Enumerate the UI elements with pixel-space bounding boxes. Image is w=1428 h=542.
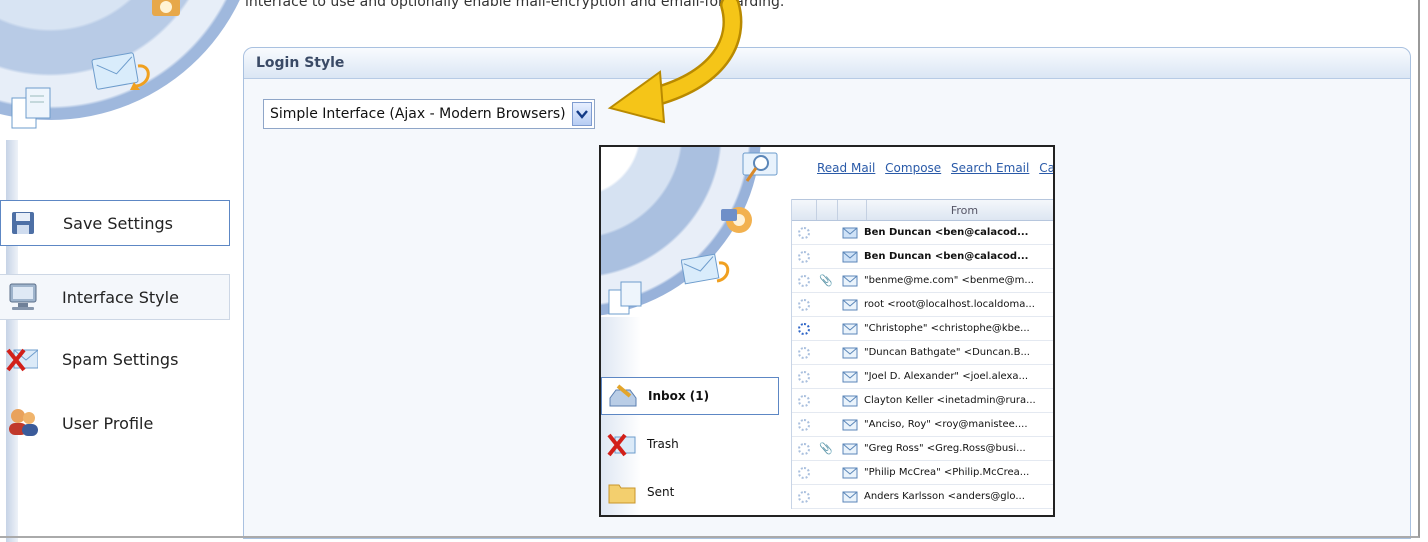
- gear-mail-icon: [150, 0, 184, 24]
- message-from: Clayton Keller <inetadmin@rura...: [864, 395, 1036, 406]
- panel-title: Login Style: [256, 55, 345, 71]
- status-icon: [792, 322, 816, 335]
- spam-mail-icon: [6, 343, 38, 375]
- monitor-icon: [6, 281, 38, 313]
- folder-sent[interactable]: Sent: [601, 473, 779, 511]
- message-from: "Christophe" <christophe@kbe...: [864, 323, 1030, 334]
- message-from: Ben Duncan <ben@calacod...: [864, 227, 1029, 238]
- folder-label: Trash: [647, 437, 679, 451]
- status-icon: [792, 346, 816, 359]
- status-icon: [792, 298, 816, 311]
- message-from: "Duncan Bathgate" <Duncan.B...: [864, 347, 1030, 358]
- select-value: Simple Interface (Ajax - Modern Browsers…: [270, 106, 566, 122]
- floppy-disk-icon: [7, 207, 39, 239]
- status-icon: [792, 418, 816, 431]
- table-row[interactable]: "Philip McCrea" <Philip.McCrea...: [792, 461, 1053, 485]
- calendar-link[interactable]: Cal: [1039, 161, 1053, 175]
- message-from: root <root@localhost.localdoma...: [864, 299, 1035, 310]
- message-from: "Greg Ross" <Greg.Ross@busi...: [864, 443, 1026, 454]
- login-style-select[interactable]: Simple Interface (Ajax - Modern Browsers…: [263, 99, 595, 129]
- status-icon: [792, 466, 816, 479]
- document-icon: [10, 86, 60, 134]
- sidebar-item-spam-settings[interactable]: Spam Settings: [0, 336, 230, 382]
- inbox-icon: [608, 383, 638, 409]
- sidebar-item-save-settings[interactable]: Save Settings: [0, 200, 230, 246]
- trash-icon: [607, 431, 637, 457]
- status-icon: [792, 250, 816, 263]
- envelope-icon: [836, 491, 864, 503]
- envelope-icon: [836, 227, 864, 239]
- envelope-icon: [836, 347, 864, 359]
- search-email-link[interactable]: Search Email: [951, 161, 1029, 175]
- table-row[interactable]: "Joel D. Alexander" <joel.alexa...: [792, 365, 1053, 389]
- sidebar-item-label: User Profile: [62, 413, 154, 433]
- message-from: Anders Karlsson <anders@glo...: [864, 491, 1025, 502]
- preview-toolbar-links: Read Mail Compose Search Email Cal: [817, 161, 1053, 175]
- envelope-icon: [836, 251, 864, 263]
- sidebar-item-interface-style[interactable]: Interface Style: [0, 274, 230, 320]
- message-from: Ben Duncan <ben@calacod...: [864, 251, 1029, 262]
- sidebar-item-user-profile[interactable]: User Profile: [0, 400, 230, 446]
- status-icon: [792, 394, 816, 407]
- envelope-icon: [90, 50, 160, 98]
- table-row[interactable]: "Anciso, Roy" <roy@manistee....: [792, 413, 1053, 437]
- table-row[interactable]: "Duncan Bathgate" <Duncan.B...: [792, 341, 1053, 365]
- envelope-icon: [836, 323, 864, 335]
- message-from: "Philip McCrea" <Philip.McCrea...: [864, 467, 1030, 478]
- compose-link[interactable]: Compose: [885, 161, 941, 175]
- table-row[interactable]: Anders Karlsson <anders@glo...: [792, 485, 1053, 509]
- table-row[interactable]: Ben Duncan <ben@calacod...: [792, 245, 1053, 269]
- message-from: "Anciso, Roy" <roy@manistee....: [864, 419, 1028, 430]
- read-mail-link[interactable]: Read Mail: [817, 161, 875, 175]
- interface-preview-image: Read Mail Compose Search Email Cal From …: [599, 145, 1055, 517]
- attachment-icon: 📎: [819, 274, 833, 287]
- table-row[interactable]: root <root@localhost.localdoma...: [792, 293, 1053, 317]
- envelope-icon: [836, 467, 864, 479]
- settings-icon: [721, 203, 757, 241]
- attachment-icon: 📎: [819, 442, 833, 455]
- sidebar-item-label: Interface Style: [62, 287, 179, 307]
- curved-arrow-icon: [600, 0, 750, 134]
- envelope-icon: [836, 395, 864, 407]
- folder-label: Inbox (1): [648, 389, 710, 403]
- envelope-icon: [836, 371, 864, 383]
- envelope-icon: [836, 275, 864, 287]
- document-icon: [607, 280, 647, 320]
- chevron-down-icon[interactable]: [571, 102, 592, 126]
- status-icon: [792, 370, 816, 383]
- envelope-icon: [680, 251, 739, 291]
- folder-inbox[interactable]: Inbox (1): [601, 377, 779, 415]
- envelope-icon: [836, 419, 864, 431]
- users-icon: [6, 407, 38, 439]
- folder-trash[interactable]: Trash: [601, 425, 779, 463]
- sidebar-item-label: Save Settings: [63, 213, 173, 233]
- status-icon: [792, 442, 816, 455]
- search-icon: [741, 151, 781, 189]
- table-row[interactable]: 📎 "Greg Ross" <Greg.Ross@busi...: [792, 437, 1053, 461]
- status-icon: [792, 490, 816, 503]
- status-icon: [792, 226, 816, 239]
- envelope-icon: [836, 299, 864, 311]
- table-row[interactable]: "Christophe" <christophe@kbe...: [792, 317, 1053, 341]
- message-list: From Ben Duncan <ben@calacod... Ben Dunca…: [791, 199, 1053, 509]
- table-row[interactable]: Clayton Keller <inetadmin@rura...: [792, 389, 1053, 413]
- panel-header: Login Style: [244, 48, 1410, 79]
- envelope-icon: [836, 443, 864, 455]
- table-row[interactable]: 📎 "benme@me.com" <benme@m...: [792, 269, 1053, 293]
- folder-label: Sent: [647, 485, 675, 499]
- column-from[interactable]: From: [867, 204, 1053, 217]
- sidebar-item-label: Spam Settings: [62, 349, 179, 369]
- message-from: "Joel D. Alexander" <joel.alexa...: [864, 371, 1029, 382]
- table-row[interactable]: Ben Duncan <ben@calacod...: [792, 221, 1053, 245]
- message-from: "benme@me.com" <benme@m...: [864, 275, 1034, 286]
- status-icon: [792, 274, 816, 287]
- sent-folder-icon: [607, 479, 637, 505]
- message-list-header: From: [792, 199, 1053, 221]
